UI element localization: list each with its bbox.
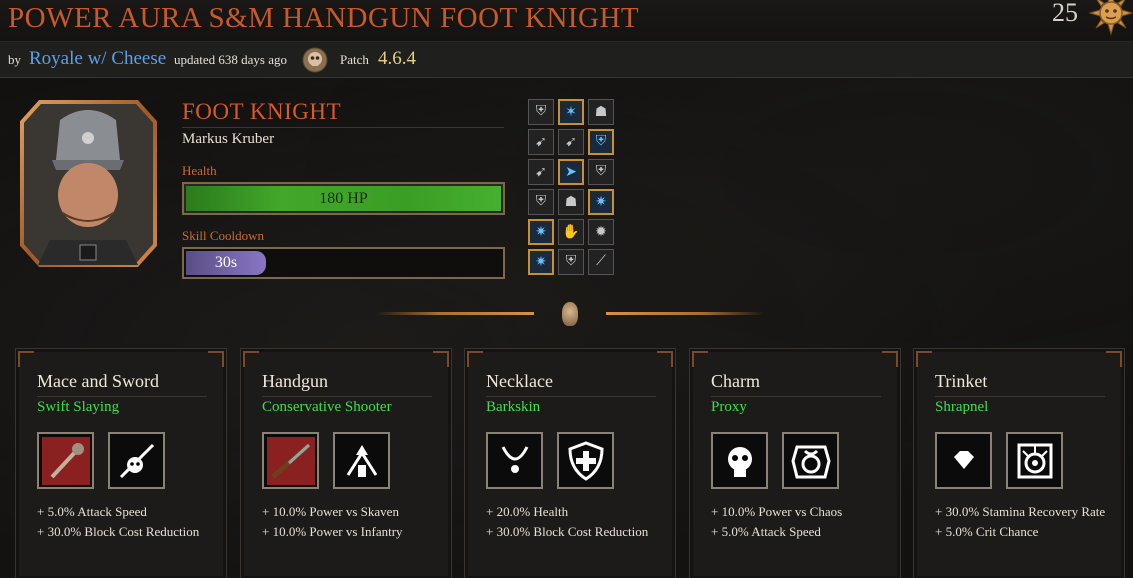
- item-stats: + 10.0% Power vs Skaven + 10.0% Power vs …: [262, 502, 442, 542]
- item-stat: + 30.0% Block Cost Reduction: [37, 524, 200, 539]
- shield-icon-selected[interactable]: ⛨: [588, 129, 614, 155]
- item-divider: [935, 396, 1105, 397]
- arrow-icon[interactable]: ➹: [528, 129, 554, 155]
- item-trait[interactable]: Swift Slaying: [37, 399, 119, 416]
- item-card-necklace: Necklace Barkskin + 20.0% Health + 30.0% Bl…: [464, 348, 676, 578]
- item-slot-name: Charm: [711, 371, 760, 391]
- item-stat: + 30.0% Stamina Recovery Rate: [935, 504, 1106, 519]
- helm-icon[interactable]: ☗: [558, 189, 584, 215]
- burst-icon[interactable]: ✹: [588, 219, 614, 245]
- hero-name: Markus Kruber: [182, 131, 275, 147]
- item-trait[interactable]: Proxy: [711, 399, 747, 416]
- item-divider: [262, 396, 432, 397]
- health-bar: 180 HP: [182, 182, 505, 215]
- item-stat: + 10.0% Power vs Chaos: [711, 504, 843, 519]
- item-stats: + 20.0% Health + 30.0% Block Cost Reducti…: [486, 502, 666, 542]
- item-slot-name: Trinket: [935, 371, 988, 391]
- item-trait[interactable]: Barkskin: [486, 399, 540, 416]
- item-stat: + 30.0% Block Cost Reduction: [486, 524, 649, 539]
- author-link[interactable]: Royale w/ Cheese: [29, 48, 166, 70]
- build-title: POWER AURA S&M HANDGUN FOOT KNIGHT: [8, 2, 640, 34]
- burst-icon-selected[interactable]: ✷: [588, 189, 614, 215]
- item-divider: [486, 396, 656, 397]
- shield-icon[interactable]: ⛨: [558, 249, 584, 275]
- item-stat: + 10.0% Power vs Skaven: [262, 504, 399, 519]
- vote-count: 25: [1052, 0, 1078, 27]
- item-slot-name: Necklace: [486, 371, 553, 391]
- ammo-arrows-icon[interactable]: [333, 432, 390, 489]
- title-bar: POWER AURA S&M HANDGUN FOOT KNIGHT 25: [0, 0, 1133, 42]
- shield-icon[interactable]: ⛨: [588, 159, 614, 185]
- sun-vote-icon[interactable]: [1088, 0, 1133, 36]
- item-trait[interactable]: Conservative Shooter: [262, 399, 392, 416]
- hero-portrait: [20, 100, 157, 267]
- career-divider: [182, 127, 504, 128]
- star-icon-selected[interactable]: ✶: [558, 99, 584, 125]
- dash-icon-selected[interactable]: ➤: [558, 159, 584, 185]
- item-stat: + 10.0% Power vs Infantry: [262, 524, 403, 539]
- necklace-icon[interactable]: [486, 432, 543, 489]
- shield-icon[interactable]: ⛨: [528, 99, 554, 125]
- patch-label: Patch: [340, 52, 369, 67]
- health-label: Health: [182, 163, 217, 178]
- slash-icon[interactable]: ⟋: [588, 249, 614, 275]
- meta-bar: by Royale w/ Cheese updated 638 days ago…: [0, 42, 1133, 78]
- item-stat: + 5.0% Attack Speed: [711, 524, 821, 539]
- item-divider: [37, 396, 207, 397]
- item-slot-name: Mace and Sword: [37, 371, 159, 391]
- mace-icon[interactable]: [37, 432, 94, 489]
- arrow-icon[interactable]: ➹: [528, 159, 554, 185]
- proxy-hand-icon[interactable]: [782, 432, 839, 489]
- item-card-trinket: Trinket Shrapnel + 30.0% Stamina Recovery …: [913, 348, 1125, 578]
- item-card-charm: Charm Proxy + 10.0% Power vs Chaos + 5.0% A…: [689, 348, 901, 578]
- handgun-icon[interactable]: [262, 432, 319, 489]
- cooldown-value: 30s: [186, 251, 266, 275]
- item-stat: + 5.0% Attack Speed: [37, 504, 147, 519]
- divider-right: [606, 312, 764, 315]
- item-stats: + 10.0% Power vs Chaos + 5.0% Attack Spee…: [711, 502, 891, 542]
- item-stats: + 5.0% Attack Speed + 30.0% Block Cost Re…: [37, 502, 217, 542]
- career-name: FOOT KNIGHT: [182, 99, 342, 124]
- item-card-mace-and-sword: Mace and Sword Swift Slaying + 5.0% Attack…: [15, 348, 227, 578]
- patch-value: 4.6.4: [378, 48, 416, 69]
- helm-icon[interactable]: ☗: [588, 99, 614, 125]
- skull-badge-icon: [302, 47, 328, 73]
- item-trait[interactable]: Shrapnel: [935, 399, 988, 416]
- hand-icon[interactable]: ✋: [558, 219, 584, 245]
- health-value: 180 HP: [186, 186, 501, 211]
- updated-label: updated 638 days ago: [174, 52, 288, 67]
- cooldown-label: Skill Cooldown: [182, 228, 264, 243]
- item-stat: + 5.0% Crit Chance: [935, 524, 1039, 539]
- burst-icon-selected[interactable]: ✷: [528, 219, 554, 245]
- shrapnel-icon[interactable]: [1006, 432, 1063, 489]
- divider-left: [376, 312, 534, 315]
- item-card-handgun: Handgun Conservative Shooter + 10.0% Power…: [240, 348, 452, 578]
- shield-icon[interactable]: ⛨: [528, 189, 554, 215]
- burst-icon-selected[interactable]: ✷: [528, 249, 554, 275]
- item-slot-name: Handgun: [262, 371, 328, 391]
- gem-icon[interactable]: [935, 432, 992, 489]
- item-stat: + 20.0% Health: [486, 504, 569, 519]
- skull-charm-icon[interactable]: [711, 432, 768, 489]
- item-divider: [711, 396, 881, 397]
- cooldown-bar: 30s: [182, 247, 505, 279]
- divider-skull-icon: [562, 302, 578, 326]
- item-stats: + 30.0% Stamina Recovery Rate + 5.0% Crit…: [935, 502, 1115, 542]
- cross-shield-icon[interactable]: [557, 432, 614, 489]
- skull-sword-icon[interactable]: [108, 432, 165, 489]
- by-label: by: [8, 52, 21, 67]
- arrow-icon[interactable]: ➹: [558, 129, 584, 155]
